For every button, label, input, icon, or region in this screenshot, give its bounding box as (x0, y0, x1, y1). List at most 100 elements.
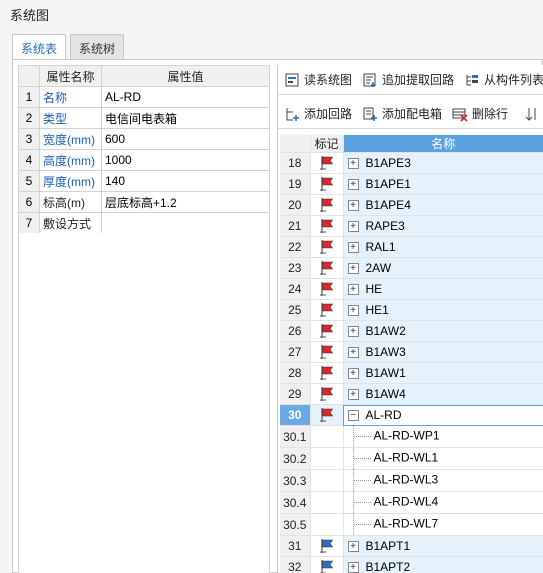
row-name-cell[interactable]: AL-RD-WL1 (343, 447, 543, 470)
property-value[interactable]: 层底标高+1.2 (101, 191, 270, 213)
row-mark[interactable] (310, 278, 344, 300)
row-mark[interactable] (310, 447, 344, 470)
grid-name-header[interactable]: 名称 (343, 135, 543, 153)
row-mark[interactable] (310, 535, 344, 557)
row-mark[interactable] (310, 236, 344, 258)
red-flag-icon[interactable] (319, 386, 335, 402)
row-mark[interactable] (310, 404, 344, 426)
row-name-cell[interactable]: + B1AW4 (343, 383, 543, 405)
row-mark[interactable] (310, 491, 344, 514)
tab-system-tree[interactable]: 系统树 (70, 34, 125, 59)
row-name-cell[interactable]: + RAL1 (343, 236, 543, 258)
property-row[interactable]: 3 宽度(mm) 600 (18, 128, 270, 150)
property-value[interactable] (101, 212, 270, 234)
row-name-cell[interactable]: +2AW (343, 257, 543, 279)
row-name-cell[interactable]: AL-RD-WL4 (343, 491, 543, 514)
red-flag-icon[interactable] (319, 260, 335, 276)
tree-child-row[interactable]: 30.3 AL-RD-WL3 (280, 469, 543, 492)
expand-icon[interactable]: + (347, 263, 359, 275)
expand-icon[interactable]: + (347, 158, 359, 170)
add-loop-button[interactable]: 添加回路 (284, 105, 352, 122)
table-row[interactable]: 31 + B1APT1 (280, 535, 543, 557)
row-mark[interactable] (310, 469, 344, 492)
table-row[interactable]: 30 − AL-RD (280, 404, 543, 426)
red-flag-icon[interactable] (319, 176, 335, 192)
row-mark[interactable] (310, 152, 344, 174)
property-value[interactable]: 140 (101, 170, 270, 192)
append-extract-loop-button[interactable]: 追加提取回路 (362, 71, 454, 88)
row-name-cell[interactable]: + B1AW2 (343, 320, 543, 342)
row-mark[interactable] (310, 173, 344, 195)
expand-icon[interactable]: + (347, 368, 359, 380)
expand-icon[interactable]: + (347, 284, 359, 296)
row-name-cell[interactable]: + HE1 (343, 299, 543, 321)
row-mark[interactable] (310, 556, 344, 573)
tree-child-row[interactable]: 30.5 AL-RD-WL7 (280, 513, 543, 536)
delete-row-button[interactable]: 删除行 (452, 105, 508, 122)
grid-mark-header[interactable]: 标记 (310, 135, 344, 153)
expand-icon[interactable]: + (347, 347, 359, 359)
row-name-cell[interactable]: AL-RD-WL7 (343, 513, 543, 536)
system-grid-viewport[interactable]: 标记 名称 18 + B1APE3 19 + B1APE1 20 + B1APE4 21 + RAPE… (280, 135, 543, 573)
row-mark[interactable] (310, 215, 344, 237)
table-row[interactable]: 21 + RAPE3 (280, 215, 543, 237)
red-flag-icon[interactable] (319, 155, 335, 171)
row-mark[interactable] (310, 194, 344, 216)
property-row[interactable]: 4 高度(mm) 1000 (18, 149, 270, 171)
table-row[interactable]: 18 + B1APE3 (280, 152, 543, 174)
red-flag-icon[interactable] (319, 365, 335, 381)
sort-button[interactable] (524, 106, 543, 122)
row-name-cell[interactable]: + B1APE3 (343, 152, 543, 174)
property-value[interactable]: AL-RD (101, 86, 270, 108)
row-mark[interactable] (310, 257, 344, 279)
expand-icon[interactable]: + (347, 389, 359, 401)
table-row[interactable]: 19 + B1APE1 (280, 173, 543, 195)
red-flag-icon[interactable] (319, 407, 335, 423)
property-value[interactable]: 电信间电表箱 (101, 107, 270, 129)
row-name-cell[interactable]: + B1APE4 (343, 194, 543, 216)
row-name-cell[interactable]: + B1APT2 (343, 556, 543, 573)
property-value[interactable]: 1000 (101, 149, 270, 171)
collapse-icon[interactable]: − (347, 410, 359, 422)
table-row[interactable]: 24 + HE (280, 278, 543, 300)
tree-child-row[interactable]: 30.1 AL-RD-WP1 (280, 425, 543, 448)
red-flag-icon[interactable] (319, 281, 335, 297)
row-mark[interactable] (310, 299, 344, 321)
expand-icon[interactable]: + (347, 242, 359, 254)
table-row[interactable]: 32 + B1APT2 (280, 556, 543, 573)
property-value[interactable]: 600 (101, 128, 270, 150)
table-row[interactable]: 25 + HE1 (280, 299, 543, 321)
tree-child-row[interactable]: 30.4 AL-RD-WL4 (280, 491, 543, 514)
red-flag-icon[interactable] (319, 197, 335, 213)
property-row[interactable]: 7 敷设方式 (18, 212, 270, 234)
property-row[interactable]: 6 标高(m) 层底标高+1.2 (18, 191, 270, 213)
row-name-cell[interactable]: + B1AW1 (343, 362, 543, 384)
expand-icon[interactable]: + (347, 179, 359, 191)
blue-flag-icon[interactable] (319, 538, 335, 554)
row-name-cell[interactable]: + HE (343, 278, 543, 300)
table-row[interactable]: 28 + B1AW1 (280, 362, 543, 384)
table-row[interactable]: 22 + RAL1 (280, 236, 543, 258)
row-mark[interactable] (310, 513, 344, 536)
row-name-cell[interactable]: AL-RD-WL3 (343, 469, 543, 492)
table-row[interactable]: 20 + B1APE4 (280, 194, 543, 216)
red-flag-icon[interactable] (319, 302, 335, 318)
red-flag-icon[interactable] (319, 218, 335, 234)
row-name-cell[interactable]: − AL-RD (343, 404, 543, 426)
add-distribution-box-button[interactable]: 添加配电箱 (362, 105, 442, 122)
row-mark[interactable] (310, 320, 344, 342)
red-flag-icon[interactable] (319, 344, 335, 360)
from-component-list-button[interactable]: 从构件列表 (464, 71, 543, 88)
expand-icon[interactable]: + (347, 221, 359, 233)
expand-icon[interactable]: + (347, 562, 359, 573)
table-row[interactable]: 23 +2AW (280, 257, 543, 279)
table-row[interactable]: 26 + B1AW2 (280, 320, 543, 342)
row-name-cell[interactable]: + B1APT1 (343, 535, 543, 557)
read-system-diagram-button[interactable]: 读系统图 (284, 71, 352, 88)
red-flag-icon[interactable] (319, 323, 335, 339)
property-row[interactable]: 5 厚度(mm) 140 (18, 170, 270, 192)
tree-child-row[interactable]: 30.2 AL-RD-WL1 (280, 447, 543, 470)
expand-icon[interactable]: + (347, 200, 359, 212)
property-row[interactable]: 2 类型 电信间电表箱 (18, 107, 270, 129)
row-mark[interactable] (310, 425, 344, 448)
